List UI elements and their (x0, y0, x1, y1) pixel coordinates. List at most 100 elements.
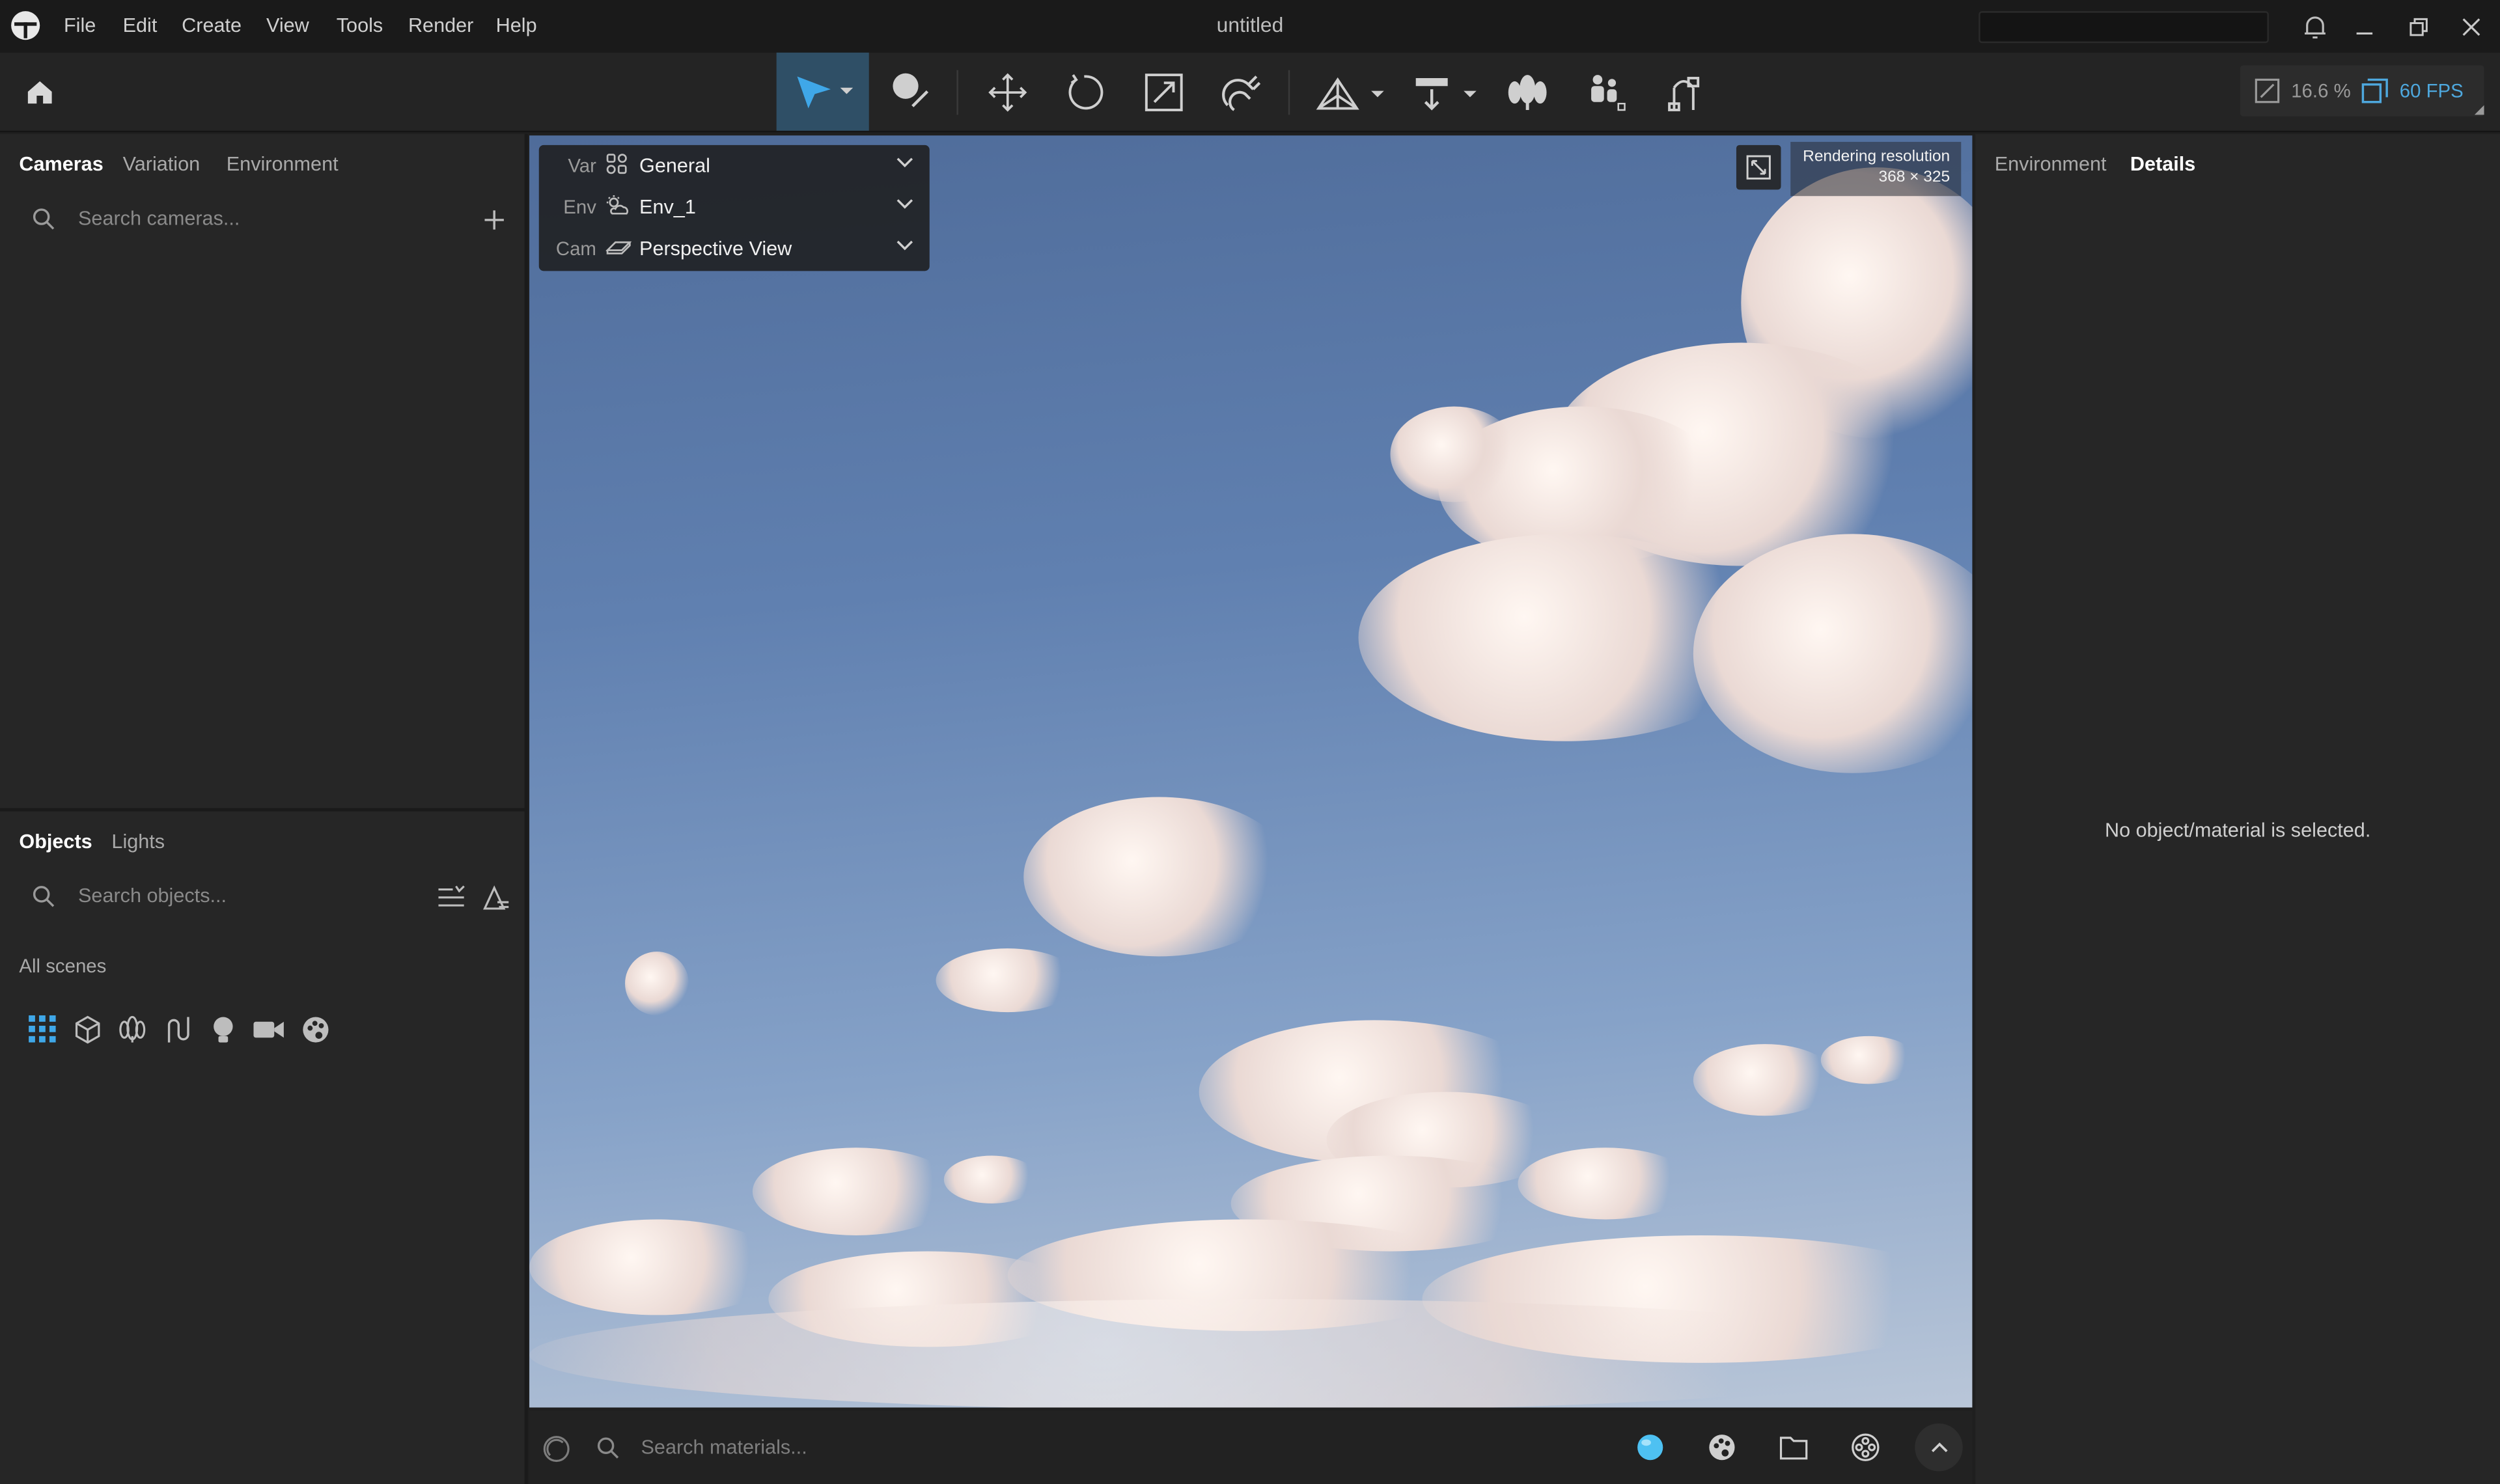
tab-details[interactable]: Details (2130, 153, 2195, 175)
camera-key: Cam (555, 237, 596, 260)
rendering-resolution-info: Rendering resolution 368 × 325 (1790, 141, 1962, 197)
folder-icon[interactable] (1779, 1435, 1808, 1460)
fullscreen-icon (1746, 155, 1771, 180)
main-toolbar: 16.6 % 60 FPS (0, 52, 2500, 133)
object-search-placeholder: Search objects... (78, 885, 227, 907)
select-similar-icon[interactable] (482, 883, 510, 912)
object-search[interactable]: Search objects... (19, 875, 513, 920)
menu-file[interactable]: File (64, 14, 96, 36)
filter-list-icon[interactable] (437, 885, 465, 910)
expand-bar-button[interactable] (1915, 1423, 1963, 1472)
environment-value: Env_1 (639, 196, 696, 219)
title-bar: File Edit Create View Tools Render Help … (0, 0, 2500, 55)
path-tool-button[interactable] (1648, 53, 1719, 131)
variation-grid-icon (606, 153, 628, 175)
fullscreen-button[interactable] (1736, 144, 1781, 190)
tab-environment[interactable]: Environment (227, 153, 339, 175)
empty-selection-message: No object/material is selected. (2104, 819, 2371, 842)
minimize-icon[interactable] (2350, 13, 2379, 42)
place-object-button[interactable] (1406, 53, 1483, 131)
notification-bell-icon[interactable] (2299, 11, 2331, 43)
right-panel: Environment Details No object/material i… (1975, 133, 2500, 1484)
search-icon (32, 885, 56, 909)
cube-icon[interactable] (74, 1015, 102, 1044)
chevron-down-icon (896, 239, 913, 252)
home-icon[interactable] (21, 74, 59, 112)
palette-icon[interactable] (1708, 1433, 1736, 1462)
film-reel-icon[interactable] (1851, 1433, 1880, 1462)
search-icon (596, 1436, 620, 1461)
app-logo-icon[interactable] (10, 10, 42, 42)
terrain-tool-icon (1314, 71, 1384, 113)
camera-search-placeholder: Search cameras... (78, 207, 240, 230)
performance-indicator[interactable]: 16.6 % 60 FPS (2240, 65, 2484, 117)
tab-objects[interactable]: Objects (19, 831, 92, 853)
select-tool-button[interactable] (776, 52, 869, 131)
search-icon (32, 207, 56, 231)
scale-tool-button[interactable] (1129, 53, 1199, 131)
tree-tool-button[interactable] (1492, 53, 1562, 131)
close-icon[interactable] (2457, 13, 2486, 42)
light-bulb-icon[interactable] (210, 1015, 236, 1044)
variation-selector[interactable]: Var General (539, 145, 930, 187)
menu-help[interactable]: Help (496, 14, 537, 36)
tree-icon[interactable] (118, 1015, 146, 1044)
corner-resize-icon (2474, 105, 2484, 115)
title-search-input[interactable] (1979, 11, 2269, 44)
menu-view[interactable]: View (266, 14, 309, 36)
camera-value: Perspective View (639, 237, 792, 260)
move-tool-button[interactable] (973, 53, 1043, 131)
environment-selector[interactable]: Env Env_1 (539, 187, 930, 228)
palette-icon[interactable] (301, 1015, 330, 1044)
resolution-label: Rendering resolution (1803, 148, 1951, 166)
tab-cameras[interactable]: Cameras (19, 153, 103, 175)
select-arrow-icon (792, 71, 854, 113)
chevron-down-icon (896, 198, 913, 211)
render-viewport[interactable]: Var General Env Env_1 Cam Perspective Vi… (529, 135, 1973, 1408)
tab-environment[interactable]: Environment (1995, 153, 2107, 175)
tab-lights[interactable]: Lights (111, 831, 165, 853)
variation-key: Var (568, 154, 596, 177)
zoom-level: 16.6 % (2291, 79, 2351, 102)
camera-selector[interactable]: Cam Perspective View (539, 228, 930, 269)
grid-all-icon[interactable] (29, 1015, 56, 1043)
chevron-down-icon (896, 156, 913, 169)
fps-counter: 60 FPS (2399, 79, 2464, 102)
snap-tool-button[interactable] (1205, 53, 1275, 131)
menu-render[interactable]: Render (408, 14, 473, 36)
material-search-placeholder[interactable]: Search materials... (641, 1436, 807, 1459)
camera-search[interactable]: Search cameras... (19, 198, 513, 243)
people-tool-icon (1583, 71, 1628, 113)
add-camera-icon[interactable] (483, 209, 505, 231)
material-bar: Search materials... (529, 1410, 1973, 1484)
people-tool-button[interactable] (1570, 53, 1641, 131)
left-panel: Cameras Variation Environment Search cam… (0, 133, 525, 1484)
restore-icon[interactable] (2404, 13, 2433, 42)
menu-edit[interactable]: Edit (123, 14, 158, 36)
environment-key: Env (563, 196, 596, 219)
sphere-material-icon[interactable] (1636, 1433, 1665, 1462)
terrain-tool-button[interactable] (1311, 53, 1387, 131)
perspective-icon (605, 236, 632, 258)
video-camera-icon[interactable] (253, 1017, 284, 1042)
chevron-up-icon (1930, 1441, 1948, 1454)
rotate-tool-button[interactable] (1049, 53, 1119, 131)
move-icon (987, 71, 1029, 113)
tab-variation[interactable]: Variation (123, 153, 201, 175)
panel-divider[interactable] (0, 808, 525, 812)
menu-tools[interactable]: Tools (337, 14, 383, 36)
object-type-filters (25, 1014, 408, 1046)
left-panel-splitter[interactable] (524, 133, 528, 1484)
material-picker-button[interactable] (876, 53, 946, 131)
resolution-value: 368 × 325 (1878, 169, 1951, 187)
path-icon[interactable] (164, 1015, 193, 1044)
magnet-snap-icon (1219, 71, 1261, 113)
menu-create[interactable]: Create (182, 14, 242, 36)
viewport-context-menu: Var General Env Env_1 Cam Perspective Vi… (538, 144, 930, 271)
path-tool-icon (1661, 71, 1706, 113)
scope-label[interactable]: All scenes (19, 955, 106, 977)
tree-tool-icon (1505, 71, 1550, 113)
material-library-icon[interactable] (542, 1435, 571, 1463)
rotate-icon (1063, 71, 1105, 113)
weather-icon (606, 195, 630, 217)
